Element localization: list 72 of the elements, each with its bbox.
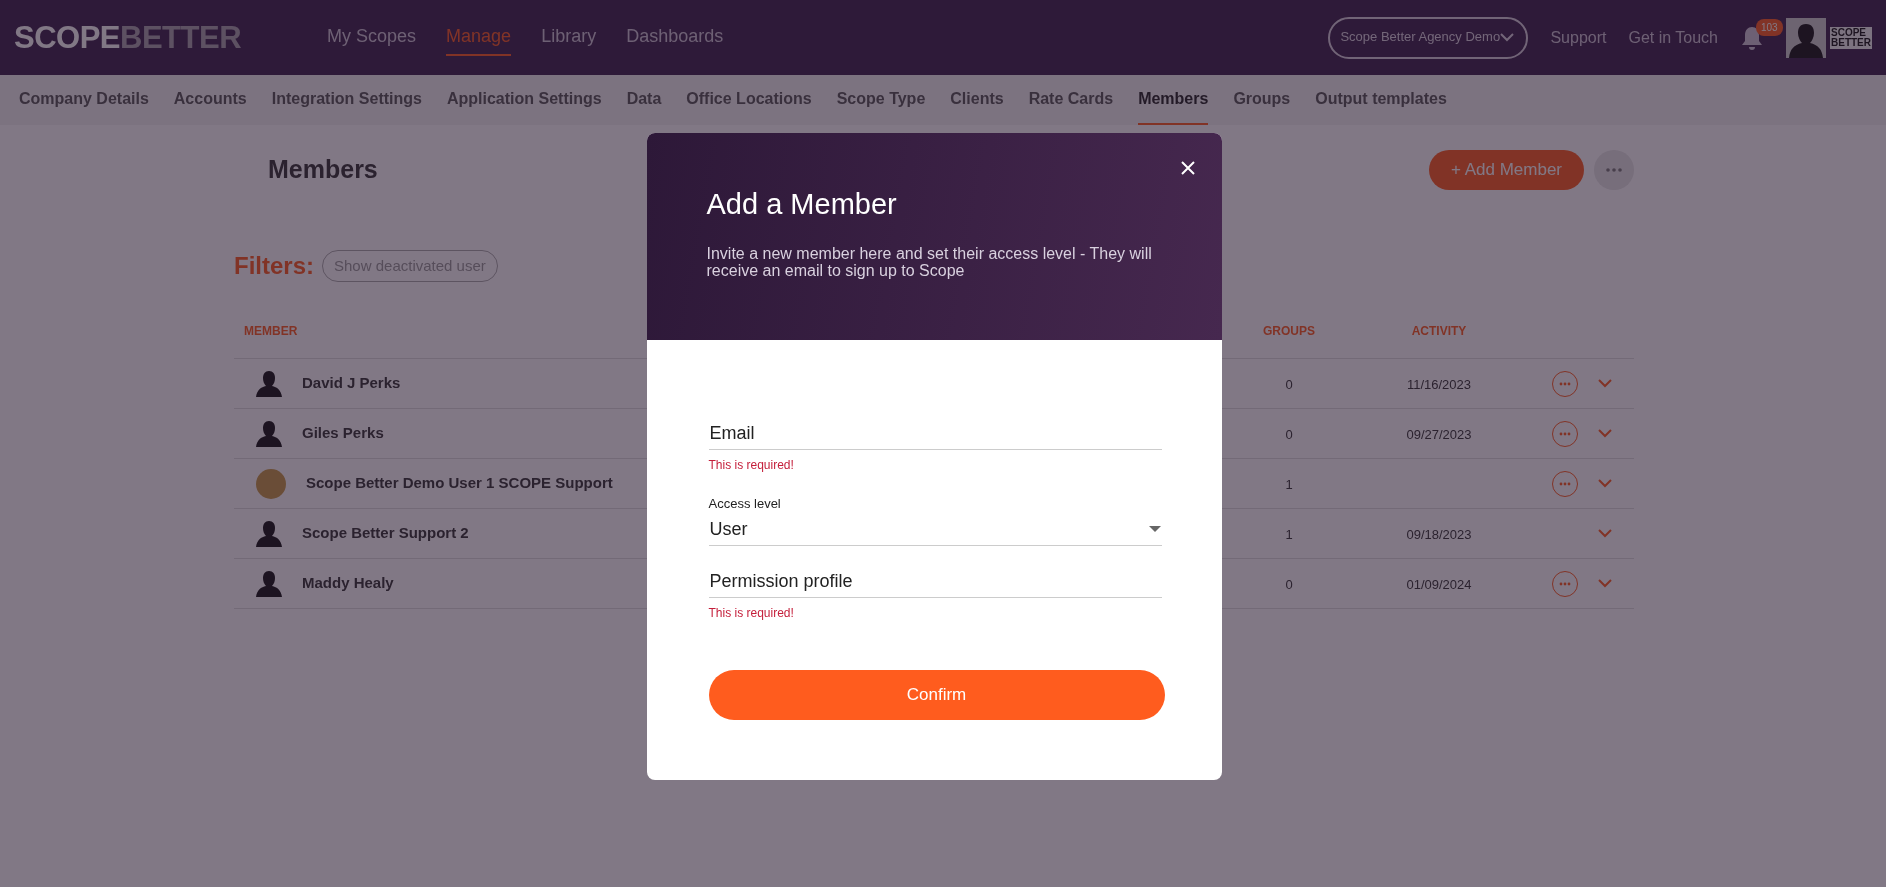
avatar-silhouette-icon xyxy=(256,419,282,448)
header-link[interactable]: Get in Touch xyxy=(1628,25,1718,50)
chevron-down-icon[interactable] xyxy=(1598,429,1612,438)
sub-nav-tab[interactable]: Company Details xyxy=(19,75,149,125)
member-name: Giles Perks xyxy=(302,423,384,444)
sub-nav-tab[interactable]: Rate Cards xyxy=(1028,75,1114,125)
sub-nav-tab[interactable]: Clients xyxy=(950,75,1004,125)
member-name: Scope Better Support 2 xyxy=(302,523,469,544)
avatar-silhouette-icon xyxy=(256,519,282,548)
row-menu-button[interactable] xyxy=(1552,370,1578,397)
member-name: Scope Better Demo User 1 SCOPE Support xyxy=(306,473,613,494)
table-cell: 1 xyxy=(1285,526,1293,542)
chevron-down-icon[interactable] xyxy=(1598,529,1612,538)
sub-nav-tab[interactable]: Accounts xyxy=(173,75,247,125)
column-header: MEMBER xyxy=(244,324,298,338)
column-header: ACTIVITY xyxy=(1411,324,1467,338)
avatar-photo-placeholder xyxy=(256,468,286,499)
table-cell: 0 xyxy=(1285,376,1293,392)
chevron-down-icon[interactable] xyxy=(1598,579,1612,588)
sub-nav-tab[interactable]: Members xyxy=(1138,75,1209,125)
avatar-silhouette-icon xyxy=(256,369,282,398)
nav-link[interactable]: My Scopes xyxy=(327,19,417,56)
modal-title: Add a Member xyxy=(706,187,898,222)
table-cell: 09/18/2023 xyxy=(1406,526,1472,542)
more-icon xyxy=(1559,481,1571,486)
member-name: Maddy Healy xyxy=(302,573,394,594)
table-cell: 1 xyxy=(1285,476,1293,492)
more-icon xyxy=(1559,381,1571,386)
dropdown-triangle-icon xyxy=(1148,526,1161,532)
notification-count: 103 xyxy=(1756,18,1783,36)
sub-nav-tab[interactable]: Integration Settings xyxy=(271,75,422,125)
chevron-down-icon[interactable] xyxy=(1598,379,1612,388)
error-message: This is required! xyxy=(708,604,795,622)
header-link[interactable]: Support xyxy=(1550,25,1607,50)
nav-link[interactable]: Manage xyxy=(446,19,512,56)
chevron-down-icon[interactable] xyxy=(1598,479,1612,488)
sub-nav-tab[interactable]: Scope Type xyxy=(836,75,926,125)
agency-dropdown[interactable]: Scope Better Agency Demo xyxy=(1328,16,1529,59)
column-header: GROUPS xyxy=(1263,324,1315,338)
close-icon xyxy=(1179,159,1196,176)
row-menu-button[interactable] xyxy=(1552,420,1578,447)
more-button[interactable] xyxy=(1594,150,1634,190)
add-member-button[interactable]: + Add Member xyxy=(1428,150,1584,190)
table-cell: 09/27/2023 xyxy=(1406,426,1472,442)
more-icon xyxy=(1606,168,1622,172)
avatar-silhouette-icon[interactable] xyxy=(1786,17,1826,58)
error-message: This is required! xyxy=(708,457,795,474)
nav-link[interactable]: Dashboards xyxy=(626,19,724,56)
more-icon xyxy=(1559,581,1571,586)
table-cell: 11/16/2023 xyxy=(1406,376,1472,392)
confirm-button[interactable]: Confirm xyxy=(708,669,1165,720)
more-icon xyxy=(1559,431,1571,436)
sub-nav-tab[interactable]: Application Settings xyxy=(446,75,602,125)
page-title: Members xyxy=(268,154,378,186)
field-label: Access level xyxy=(708,495,782,513)
row-menu-button[interactable] xyxy=(1552,570,1578,597)
modal-subtitle: Invite a new member here and set their access level - They will receive an email to sign up to Scope xyxy=(706,244,1153,280)
member-name: David J Perks xyxy=(302,373,401,394)
sub-nav-tab[interactable]: Data xyxy=(626,75,662,125)
row-menu-button[interactable] xyxy=(1552,470,1578,497)
table-cell: 01/09/2024 xyxy=(1406,576,1472,592)
select-field[interactable]: User xyxy=(708,513,1162,546)
avatar-silhouette-icon xyxy=(256,569,282,598)
nav-link[interactable]: Library xyxy=(541,19,597,56)
chevron-down-icon xyxy=(1500,33,1515,42)
filters-label: Filters: xyxy=(234,251,314,281)
table-cell: 0 xyxy=(1285,426,1293,442)
table-cell: 0 xyxy=(1285,576,1293,592)
sub-nav-tab[interactable]: Groups xyxy=(1233,75,1291,125)
account-logo: SCOPE BETTER xyxy=(1830,26,1872,49)
sub-nav-tab[interactable]: Office Locations xyxy=(686,75,812,125)
sub-nav-tab[interactable]: Output templates xyxy=(1315,75,1447,125)
